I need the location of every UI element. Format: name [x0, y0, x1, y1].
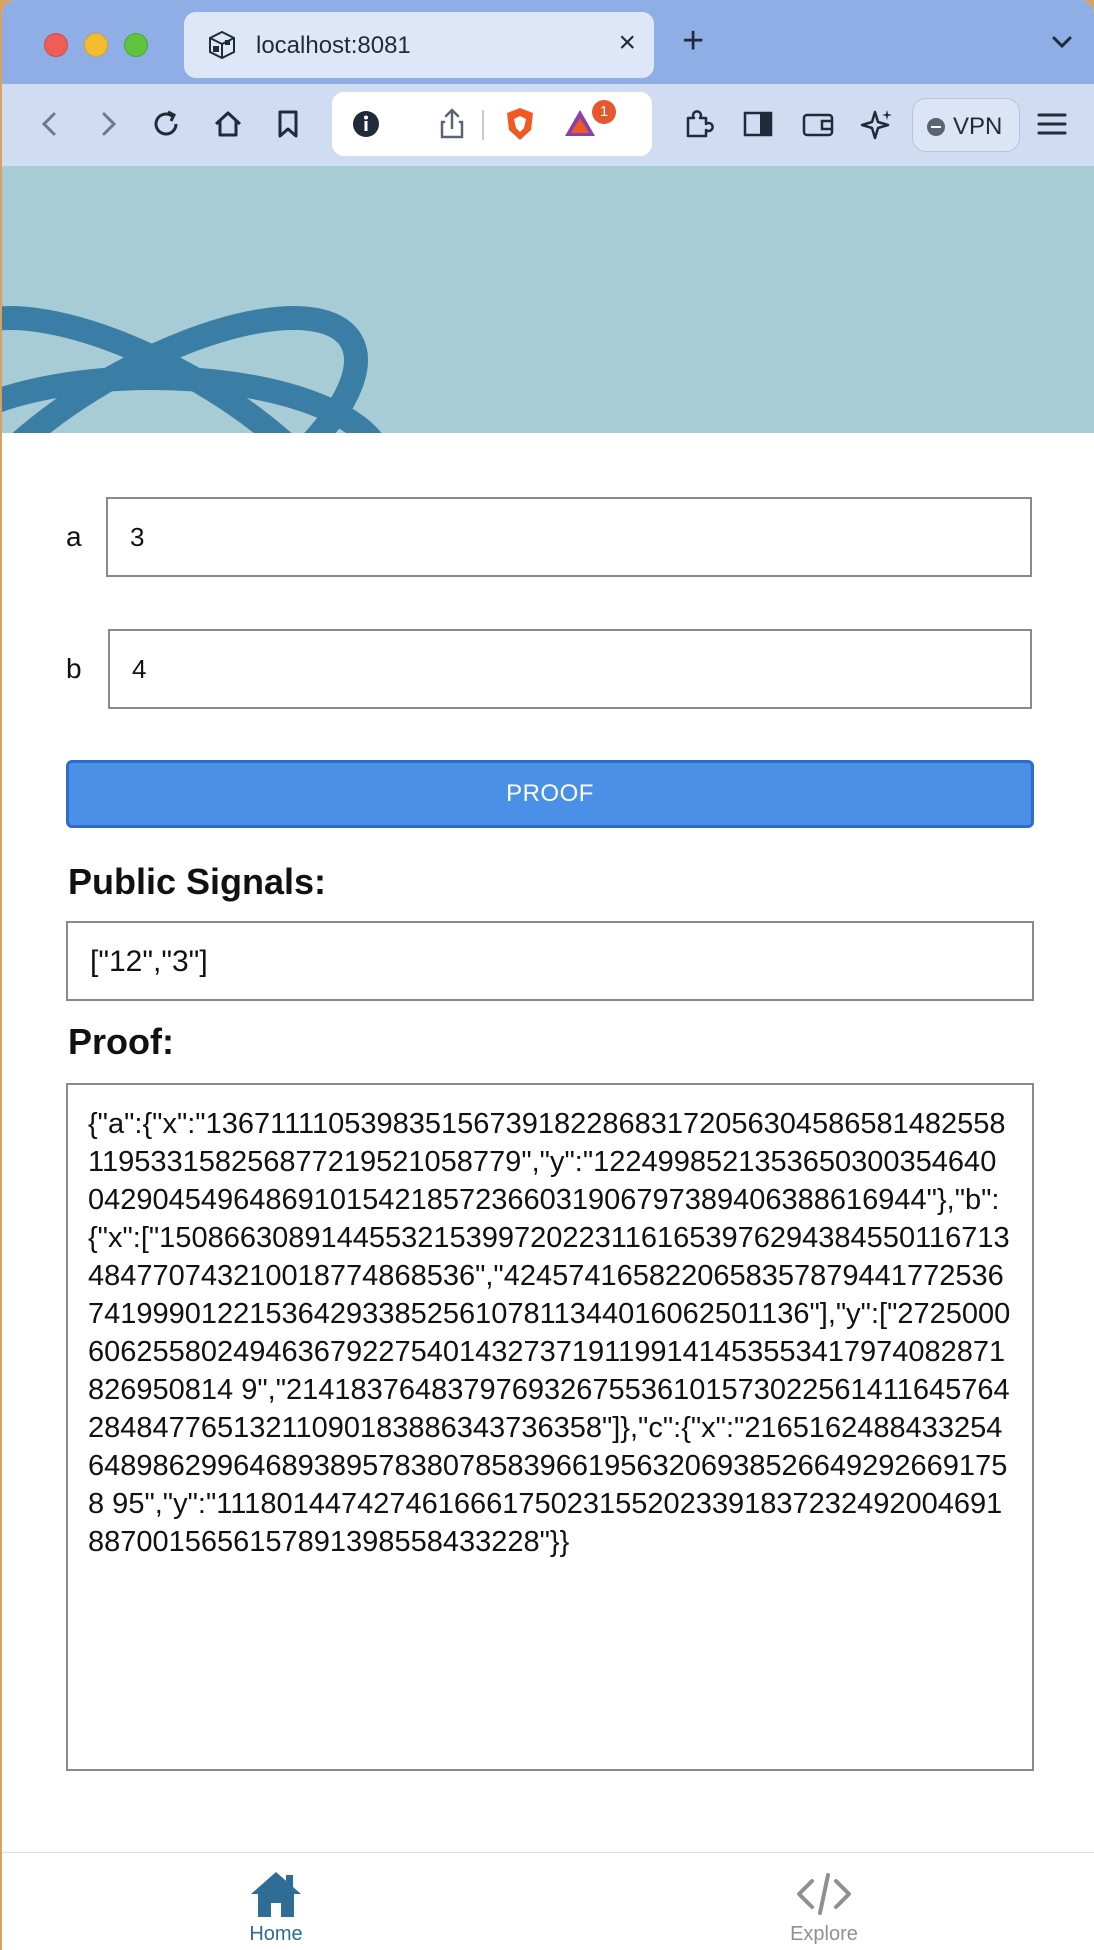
- share-icon[interactable]: [432, 104, 472, 144]
- brave-shields-icon[interactable]: [500, 104, 540, 144]
- vpn-status-icon: [927, 118, 945, 136]
- leo-ai-icon[interactable]: [858, 104, 898, 144]
- chevron-down-icon[interactable]: [1048, 28, 1076, 56]
- traffic-light-close[interactable]: [44, 33, 68, 57]
- browser-window: localhost:8081 × + 1 VPN a 3 b 4 PROOF P…: [2, 0, 1094, 1950]
- traffic-light-minimize[interactable]: [84, 33, 108, 57]
- field-a-label: a: [66, 521, 82, 552]
- home-icon: [251, 1872, 301, 1917]
- react-logo-icon: [2, 306, 382, 433]
- public-signals-output: ["12","3"]: [66, 921, 1034, 1001]
- browser-toolbar: 1 VPN: [2, 84, 1094, 166]
- vpn-button[interactable]: VPN: [912, 98, 1020, 152]
- field-a-row: a: [66, 497, 1032, 577]
- browser-tab[interactable]: localhost:8081 ×: [184, 12, 654, 78]
- tab-explore-label: Explore: [790, 1923, 858, 1945]
- menu-icon[interactable]: [1032, 104, 1072, 144]
- tab-bar: localhost:8081 × +: [2, 0, 1094, 84]
- home-icon[interactable]: [208, 104, 248, 144]
- extensions-icon[interactable]: [678, 104, 718, 144]
- url-divider: [482, 110, 484, 140]
- vpn-label: VPN: [953, 113, 1003, 140]
- notification-badge: 1: [592, 100, 616, 124]
- field-b-input[interactable]: [108, 629, 1032, 709]
- proof-button[interactable]: PROOF: [66, 760, 1034, 828]
- wallet-icon[interactable]: [798, 104, 838, 144]
- proof-title: Proof:: [68, 1021, 174, 1062]
- tab-title: localhost:8081: [256, 32, 411, 59]
- field-b-row: b: [66, 629, 1032, 709]
- code-icon: [797, 1873, 851, 1915]
- header-banner: [2, 166, 1094, 433]
- tab-home-label: Home: [249, 1923, 303, 1945]
- back-icon[interactable]: [30, 104, 70, 144]
- field-a-input[interactable]: [106, 497, 1032, 577]
- info-icon[interactable]: [346, 104, 386, 144]
- new-tab-button[interactable]: +: [682, 22, 704, 60]
- forward-icon[interactable]: [88, 104, 128, 144]
- proof-output: {"a":{"x":"13671111053983515673918228683…: [66, 1083, 1034, 1771]
- reload-icon[interactable]: [146, 104, 186, 144]
- site-favicon-icon: [209, 30, 235, 60]
- bottom-tab-bar: Home Explore: [2, 1852, 1094, 1950]
- tab-close-icon[interactable]: ×: [618, 28, 636, 58]
- sidebar-icon[interactable]: [738, 104, 778, 144]
- public-signals-title: Public Signals:: [68, 861, 327, 902]
- field-b-label: b: [66, 653, 82, 684]
- bookmark-icon[interactable]: [268, 104, 308, 144]
- tab-explore[interactable]: Explore: [754, 1869, 894, 1946]
- tab-home[interactable]: Home: [206, 1869, 346, 1946]
- traffic-light-maximize[interactable]: [124, 33, 148, 57]
